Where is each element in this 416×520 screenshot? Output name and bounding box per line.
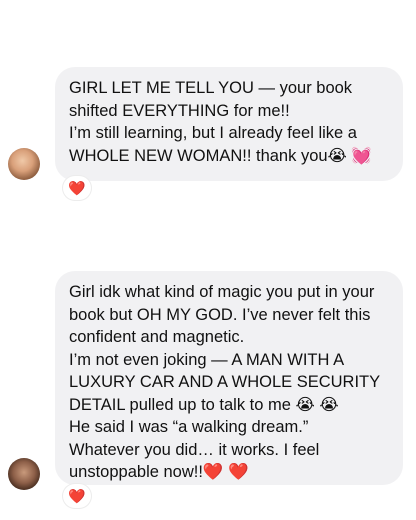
heart-icon: ❤️ (68, 487, 86, 504)
message-line: shifted EVERYTHING for me!! (69, 101, 290, 120)
message-line: confident and magnetic. (69, 328, 245, 346)
avatar[interactable] (8, 148, 40, 180)
heart-icon: ❤️ (68, 179, 86, 196)
message-line: Girl idk what kind of magic you put in y… (69, 283, 375, 301)
message-line: DETAIL pulled up to talk to me 😭 😭 (69, 395, 339, 414)
message-line: book but OH MY GOD. I’ve never felt this (69, 305, 371, 324)
message-bubble[interactable]: Girl idk what kind of magic you put in y… (55, 271, 403, 485)
message-line: He said I was “a walking dream.” (69, 418, 309, 436)
message-line: GIRL LET ME TELL YOU — your book (69, 79, 353, 97)
message-bubble[interactable]: GIRL LET ME TELL YOU — your book shifted… (55, 67, 403, 181)
avatar[interactable] (8, 458, 40, 490)
message-line: unstoppable now!!❤️ ❤️ (69, 463, 249, 481)
message-line: WHOLE NEW WOMAN!! thank you😭 💓 (69, 146, 372, 165)
heart-reaction[interactable]: ❤️ (63, 176, 91, 200)
message-line: LUXURY CAR AND A WHOLE SECURITY (69, 373, 381, 391)
message-line: I’m still learning, but I already feel l… (69, 124, 357, 142)
chat-screen: GIRL LET ME TELL YOU — your book shifted… (0, 0, 416, 520)
message-line: Whatever you did… it works. I feel (69, 440, 320, 459)
message-line: I’m not even joking — A MAN WITH A (69, 350, 345, 369)
heart-reaction[interactable]: ❤️ (63, 484, 91, 508)
